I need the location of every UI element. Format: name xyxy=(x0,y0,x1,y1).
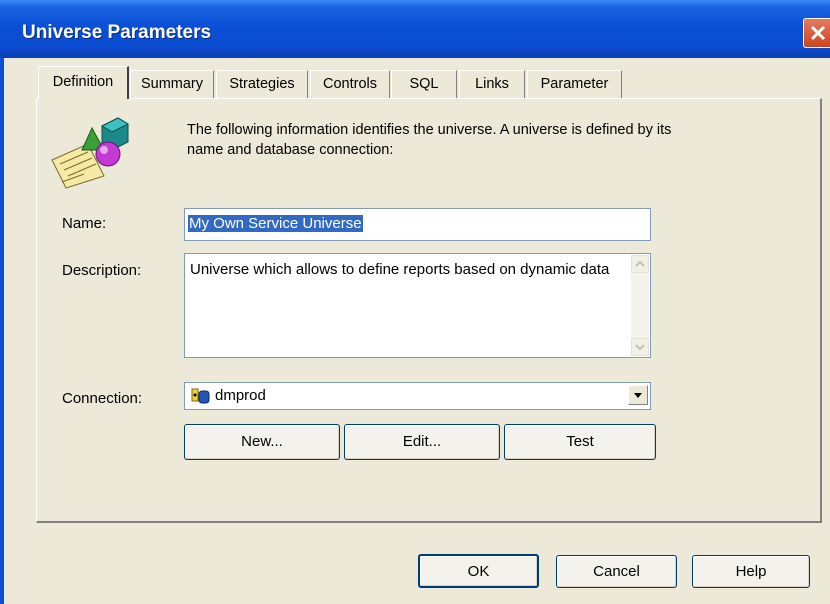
name-field[interactable]: My Own Service Universe xyxy=(184,208,651,241)
chevron-up-icon xyxy=(635,260,645,267)
database-connection-icon xyxy=(191,388,210,404)
help-button[interactable]: Help xyxy=(692,555,810,588)
tab-definition[interactable]: Definition xyxy=(38,66,129,99)
ok-button[interactable]: OK xyxy=(418,554,539,588)
title-bar: Universe Parameters xyxy=(0,0,830,58)
intro-text: The following information identifies the… xyxy=(187,122,672,158)
description-scrollbar[interactable] xyxy=(631,255,649,356)
chevron-down-icon xyxy=(635,344,645,351)
window-title: Universe Parameters xyxy=(22,22,212,43)
close-button[interactable] xyxy=(803,18,830,48)
dropdown-arrow-icon[interactable] xyxy=(628,385,648,405)
universe-shapes-icon xyxy=(51,117,130,189)
connection-value: dmprod xyxy=(215,387,266,404)
tab-parameter[interactable]: Parameter xyxy=(527,70,622,98)
new-connection-button[interactable]: New... xyxy=(184,424,340,460)
scroll-down-button[interactable] xyxy=(631,338,649,356)
tab-sql[interactable]: SQL xyxy=(391,70,457,98)
close-icon xyxy=(810,25,826,41)
description-label: Description: xyxy=(62,262,142,279)
test-connection-button[interactable]: Test xyxy=(504,424,656,460)
scroll-up-button[interactable] xyxy=(631,255,649,273)
description-value: Universe which allows to define reports … xyxy=(190,261,610,278)
tab-controls[interactable]: Controls xyxy=(310,70,390,98)
connection-select[interactable]: dmprod xyxy=(184,382,651,410)
edit-connection-button[interactable]: Edit... xyxy=(344,424,500,460)
cancel-button[interactable]: Cancel xyxy=(556,555,677,588)
tab-links[interactable]: Links xyxy=(459,70,525,98)
description-field[interactable]: Universe which allows to define reports … xyxy=(184,253,651,358)
window-frame xyxy=(0,58,4,604)
name-value: My Own Service Universe xyxy=(188,215,363,232)
connection-label: Connection: xyxy=(62,390,143,407)
name-label: Name: xyxy=(62,215,107,232)
tab-summary[interactable]: Summary xyxy=(130,70,214,98)
tab-strategies[interactable]: Strategies xyxy=(216,70,308,98)
